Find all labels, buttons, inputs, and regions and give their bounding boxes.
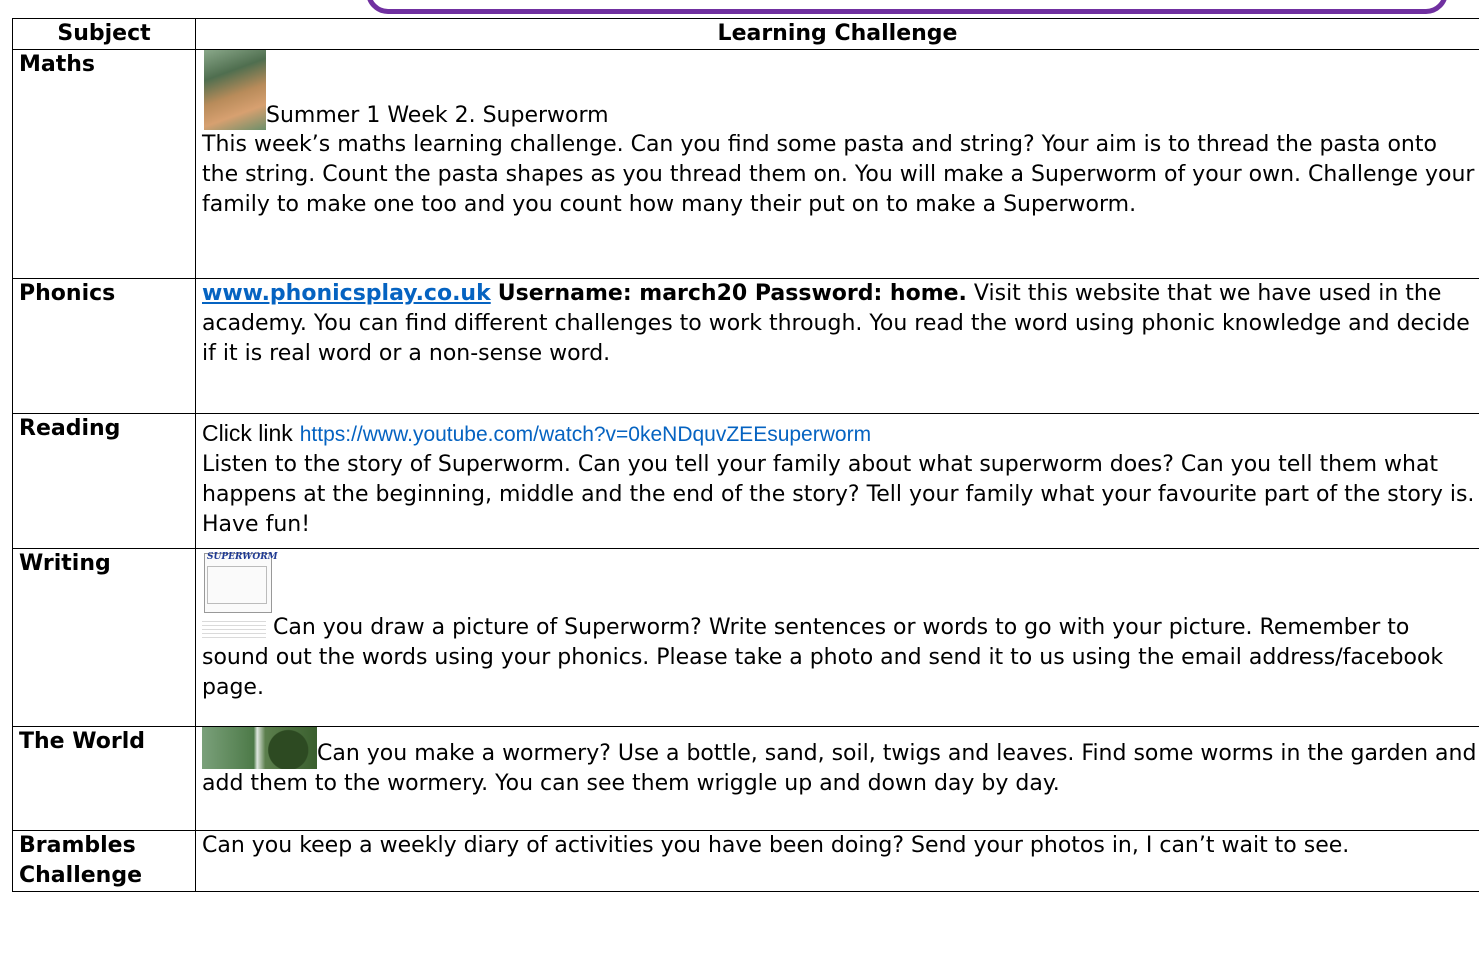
table-row-writing: Writing SUPERWORM Can you draw a picture… [12, 548, 1479, 727]
reading-body: Listen to the story of Superworm. Can yo… [202, 452, 1475, 537]
worksheet-title: SUPERWORM [207, 552, 278, 562]
subject-the-world: The World [12, 726, 196, 831]
maths-pasta-photo [204, 50, 266, 130]
challenge-reading: Click link https://www.youtube.com/watch… [195, 413, 1479, 549]
worksheet-drawing-box [207, 566, 267, 604]
challenge-phonics: www.phonicsplay.co.uk Username: march20 … [195, 278, 1479, 414]
wormery-photo [202, 727, 317, 769]
subject-phonics: Phonics [12, 278, 196, 414]
challenge-world: Can you make a wormery? Use a bottle, sa… [195, 726, 1479, 831]
subject-brambles-challenge: Brambles Challenge [12, 830, 196, 892]
table-row-brambles: Brambles Challenge Can you keep a weekly… [12, 830, 1479, 892]
subject-writing: Writing [12, 548, 196, 727]
superworm-worksheet-image: SUPERWORM [204, 552, 278, 613]
maths-body: This week’s maths learning challenge. Ca… [202, 132, 1475, 217]
maths-title: Summer 1 Week 2. Superworm [266, 103, 609, 128]
header-subject: Subject [12, 18, 196, 50]
writing-body: Can you draw a picture of Superworm? Wri… [202, 615, 1444, 700]
title-banner-frame [366, 0, 1448, 14]
writing-lines-image [202, 618, 266, 638]
brambles-label: Brambles [19, 833, 136, 858]
phonics-credentials: Username: march20 Password: home. [497, 281, 967, 306]
header-learning-challenge: Learning Challenge [195, 18, 1479, 50]
world-body: Can you make a wormery? Use a bottle, sa… [202, 741, 1477, 796]
reading-click-label: Click link [202, 420, 293, 446]
table-header-row: Subject Learning Challenge [12, 18, 1479, 50]
challenge-brambles: Can you keep a weekly diary of activitie… [195, 830, 1479, 892]
table-row-maths: Maths Summer 1 Week 2. Superworm This we… [12, 49, 1479, 279]
phonicsplay-link[interactable]: www.phonicsplay.co.uk [202, 281, 491, 306]
challenge-maths: Summer 1 Week 2. Superworm This week’s m… [195, 49, 1479, 279]
table-row-phonics: Phonics www.phonicsplay.co.uk Username: … [12, 278, 1479, 414]
subject-maths: Maths [12, 49, 196, 279]
subject-reading: Reading [12, 413, 196, 549]
table-row-reading: Reading Click link https://www.youtube.c… [12, 413, 1479, 549]
challenge-writing: SUPERWORM Can you draw a picture of Supe… [195, 548, 1479, 727]
learning-challenge-table: Subject Learning Challenge Maths Summer … [12, 18, 1479, 892]
table-row-world: The World Can you make a wormery? Use a … [12, 726, 1479, 831]
youtube-link[interactable]: https://www.youtube.com/watch?v=0keNDquv… [300, 423, 871, 446]
challenge-label: Challenge [19, 863, 142, 888]
